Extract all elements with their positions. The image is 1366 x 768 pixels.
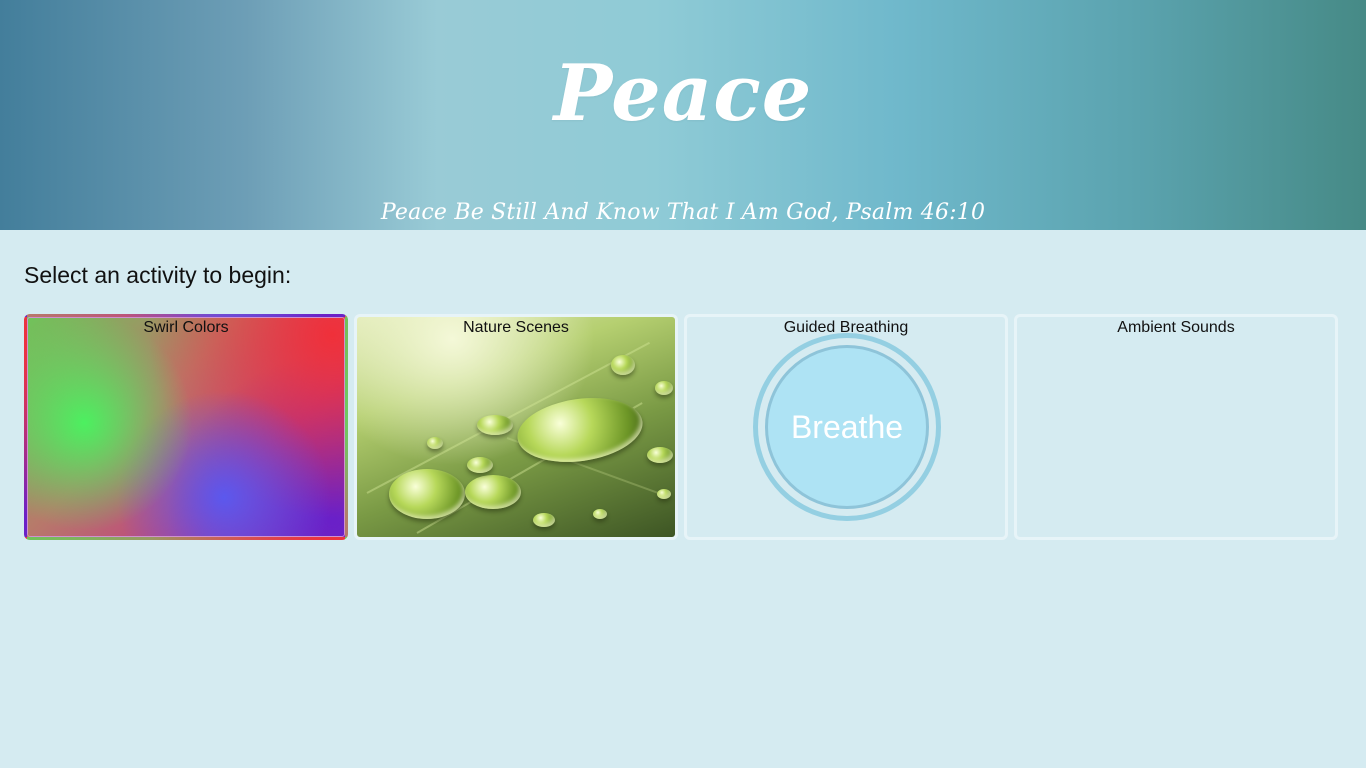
activity-card-guided-breathing[interactable]: Guided Breathing Breathe [684,314,1008,540]
page-title: Peace [553,48,813,139]
breathe-label: Breathe [790,408,904,445]
activity-cards: Swirl Colors Nature Scenes Guided Breath… [24,314,1342,540]
activity-card-label: Guided Breathing [783,319,909,336]
activity-card-swirl-colors[interactable]: Swirl Colors [24,314,348,540]
water-droplet-leaf-image [357,317,675,537]
activity-card-nature-scenes[interactable]: Nature Scenes [354,314,678,540]
header-banner: Peace Peace Be Still And Know That I Am … [0,0,1366,230]
activity-card-label: Swirl Colors [143,319,229,336]
breathe-circle-outer: Breathe [753,333,941,521]
main-content: Select an activity to begin: Swirl Color… [0,230,1366,540]
activity-card-label: Ambient Sounds [1117,319,1235,336]
verse-subtitle: Peace Be Still And Know That I Am God, P… [380,200,986,225]
activity-card-ambient-sounds[interactable]: Ambient Sounds [1014,314,1338,540]
activity-card-label: Nature Scenes [463,319,569,336]
activity-prompt: Select an activity to begin: [24,262,292,288]
breathe-button[interactable]: Breathe [765,345,929,509]
